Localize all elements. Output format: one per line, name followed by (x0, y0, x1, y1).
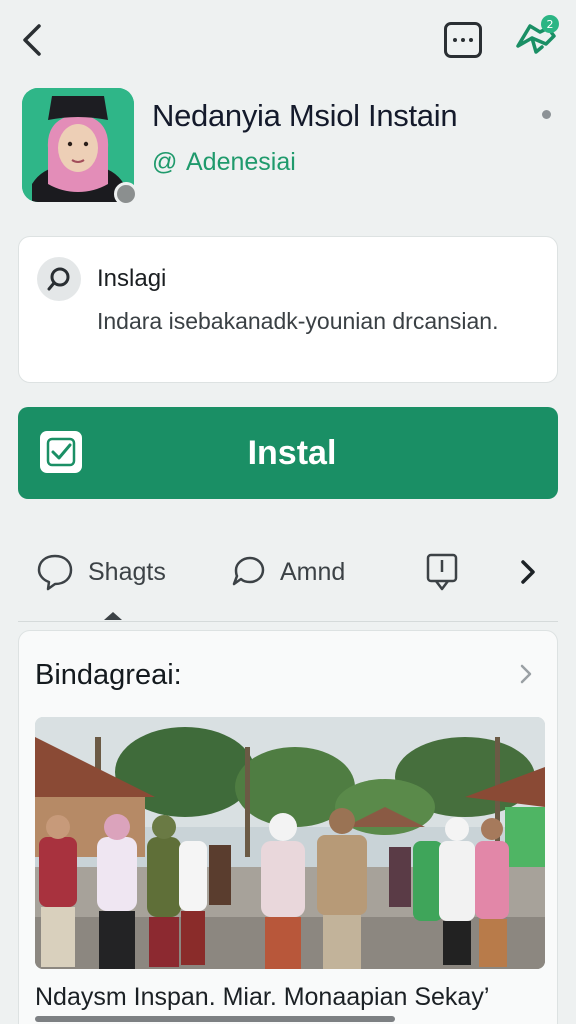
tabs-next-button[interactable] (518, 550, 538, 594)
tab-shagts[interactable]: Shagts (36, 550, 166, 594)
back-button[interactable] (14, 20, 50, 60)
chat-bubble-icon (37, 554, 73, 591)
section-expand-button[interactable] (513, 661, 539, 687)
developer-link[interactable]: Adenesiai (186, 148, 296, 177)
more-dot (469, 38, 473, 42)
tab-label: Shagts (88, 557, 166, 586)
gallery-section: Bindagreai: Ndaysm Inspan. Miar. Monaapi… (18, 630, 558, 1024)
more-dot (453, 38, 457, 42)
share-button[interactable]: 2 (510, 14, 566, 64)
village-gathering-image (35, 717, 545, 969)
app-profile-header: Nedanyia Msiol Instain @ Adenesiai (22, 88, 562, 208)
install-button[interactable]: Instal (18, 407, 558, 499)
tab-report[interactable] (424, 550, 460, 594)
tab-amnd[interactable]: Amnd (230, 550, 345, 594)
checkbox-icon (40, 431, 82, 473)
chevron-right-icon (520, 664, 532, 684)
report-icon (426, 553, 458, 591)
community-photo[interactable] (35, 717, 545, 969)
developer-at-symbol: @ (152, 148, 178, 176)
tab-bar: Shagts Amnd (0, 536, 576, 620)
more-options-button[interactable] (444, 22, 482, 58)
share-notification-icon: 2 (516, 15, 559, 54)
verified-badge (114, 182, 138, 206)
section-title: Bindagreai: (35, 659, 182, 691)
status-dot (542, 110, 551, 119)
svg-text:2: 2 (547, 18, 554, 31)
info-card-description: Indara isebakanadk-younian drcansian. (97, 308, 499, 334)
more-dot (461, 38, 465, 42)
tab-label: Amnd (280, 557, 346, 586)
chevron-left-icon (23, 24, 41, 56)
install-button-label: Instal (247, 434, 337, 472)
app-title: Nedanyia Msiol Instain (152, 98, 458, 133)
search-icon (47, 267, 70, 291)
active-tab-indicator (104, 612, 122, 620)
tabs-divider (18, 621, 558, 622)
chevron-right-icon (521, 560, 535, 584)
top-bar: 2 (0, 0, 576, 80)
caption-overflow-line (35, 1016, 395, 1022)
info-card-title: Inslagi (97, 265, 167, 292)
info-card[interactable]: Inslagi Indara isebakanadk-younian drcan… (18, 236, 558, 383)
photo-caption: Ndaysm Inspan. Miar. Monaapian Sekay’ (35, 983, 490, 1011)
search-icon-container (37, 257, 81, 301)
comment-icon (232, 556, 265, 586)
